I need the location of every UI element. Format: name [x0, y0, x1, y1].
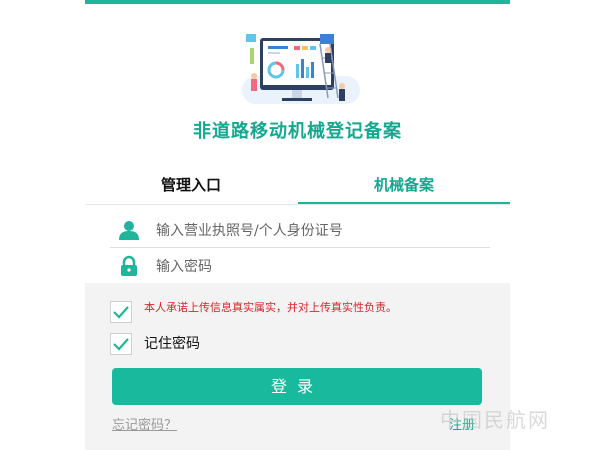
active-tab-indicator	[298, 202, 510, 204]
agree-text: 本人承诺上传信息真实属实，并对上传真实性负责。	[144, 301, 397, 314]
license-field	[110, 213, 490, 249]
tab-divider	[85, 204, 510, 205]
remember-password-checkbox[interactable]	[110, 333, 132, 355]
password-field	[110, 249, 490, 285]
tab-machinery-registration[interactable]: 机械备案	[298, 172, 510, 206]
lock-icon	[121, 255, 137, 276]
top-accent-bar	[85, 0, 510, 4]
password-input[interactable]	[154, 249, 488, 285]
forgot-password-link[interactable]: 忘记密码？	[112, 414, 177, 433]
remember-password-label: 记住密码	[144, 336, 200, 352]
check-icon	[113, 306, 129, 319]
license-input[interactable]	[154, 213, 488, 249]
check-icon	[113, 338, 129, 351]
page-title: 非道路移动机械登记备案	[193, 121, 402, 142]
tab-management-entry[interactable]: 管理入口	[85, 172, 297, 206]
watermark: 中国民航网	[440, 408, 550, 432]
user-icon	[119, 221, 139, 240]
login-button[interactable]: 登录	[112, 368, 482, 405]
agree-checkbox[interactable]	[110, 301, 132, 323]
dashboard-illustration-icon	[242, 34, 360, 104]
